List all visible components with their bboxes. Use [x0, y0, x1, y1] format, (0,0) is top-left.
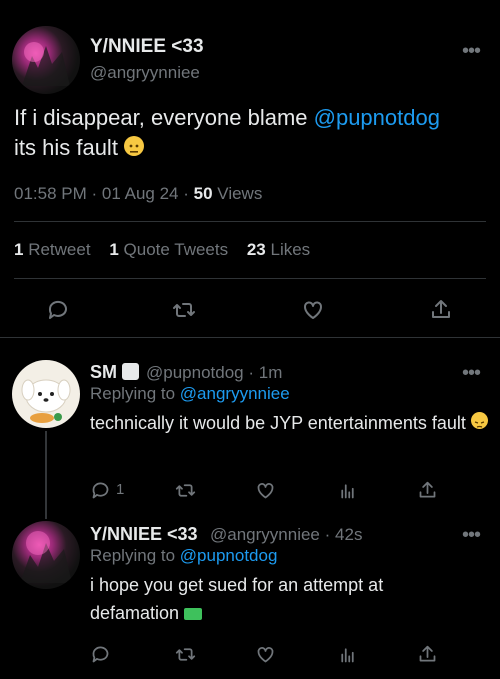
avatar[interactable] — [12, 521, 80, 589]
replying-label: Replying to — [90, 546, 176, 565]
replying-to: Replying to @pupnotdog — [90, 546, 277, 566]
author-name[interactable]: Y/NNIEE <33 — [90, 36, 204, 58]
divider — [14, 221, 486, 222]
author-handle[interactable]: @angryynniee — [90, 63, 200, 83]
reply-text-content: i hope you get sued for an attempt at de… — [90, 575, 384, 623]
retweet-button[interactable] — [165, 470, 205, 510]
reply-author-meta: @pupnotdog · 1m — [146, 363, 282, 383]
reply-icon — [92, 646, 108, 662]
avatar[interactable] — [12, 26, 80, 94]
like-button[interactable] — [245, 634, 285, 674]
reply-button[interactable] — [38, 290, 78, 330]
retweets-stat[interactable]: 1 Retweet — [14, 240, 91, 259]
analytics-button[interactable] — [327, 634, 367, 674]
water-pistol-icon — [184, 608, 203, 620]
dot-separator: · — [183, 184, 189, 203]
reply-author-meta: @angryynniee · 42s — [210, 525, 362, 545]
reply-author-name[interactable]: SM — [90, 362, 140, 383]
share-button[interactable] — [407, 470, 447, 510]
quotes-count: 1 — [109, 240, 119, 259]
tweet-text-part: If i disappear, everyone blame — [14, 105, 314, 130]
like-button[interactable] — [245, 470, 285, 510]
analytics-button[interactable] — [327, 470, 367, 510]
share-button[interactable] — [407, 634, 447, 674]
reply-button[interactable] — [80, 470, 120, 510]
replying-to: Replying to @angryynniee — [90, 384, 290, 404]
analytics-icon — [340, 483, 354, 498]
reply-time: 1m — [258, 363, 283, 382]
retweet-icon — [173, 303, 195, 317]
dot-separator: · — [91, 184, 98, 203]
views-count: 50 — [193, 184, 213, 203]
author-handle[interactable]: @angryynniee — [210, 525, 320, 544]
dot-separator: · — [248, 363, 255, 382]
replying-to-mention[interactable]: @angryynniee — [180, 384, 290, 403]
retweets-label: Retweet — [28, 240, 91, 259]
more-options-icon[interactable]: ••• — [462, 362, 481, 385]
reply-text-content: technically it would be JYP entertainmen… — [90, 413, 466, 433]
tweet-meta: 01:58 PM · 01 Aug 24 · 50 Views — [14, 184, 262, 204]
reply-icon — [92, 482, 108, 498]
divider — [14, 278, 486, 279]
more-options-icon[interactable]: ••• — [462, 524, 481, 547]
tweet-time: 01:58 PM — [14, 184, 87, 203]
analytics-icon — [340, 647, 354, 662]
reply-text: technically it would be JYP entertainmen… — [90, 409, 490, 437]
share-button[interactable] — [421, 290, 461, 330]
retweet-icon — [175, 483, 195, 497]
author-name[interactable]: Y/NNIEE <33 — [90, 524, 198, 545]
quotes-stat[interactable]: 1 Quote Tweets — [109, 240, 228, 259]
reply-action-bar — [0, 634, 500, 674]
heart-icon — [304, 301, 322, 319]
reply-time: 42s — [335, 525, 363, 544]
tweet-date: 01 Aug 24 — [101, 184, 179, 203]
retweet-button[interactable] — [165, 634, 205, 674]
heart-icon — [257, 646, 273, 662]
lock-icon — [122, 363, 140, 380]
replying-label: Replying to — [90, 384, 176, 403]
likes-stat[interactable]: 23 Likes — [247, 240, 310, 259]
retweet-icon — [175, 647, 195, 661]
more-options-icon[interactable]: ••• — [462, 40, 481, 63]
divider — [0, 337, 500, 338]
tweet-text: If i disappear, everyone blame @pupnotdo… — [14, 103, 494, 163]
share-icon — [419, 645, 435, 661]
replying-to-mention[interactable]: @pupnotdog — [180, 546, 278, 565]
author-handle[interactable]: @pupnotdog — [146, 363, 244, 382]
pensive-face-icon — [470, 412, 488, 429]
action-bar — [0, 290, 500, 330]
reply-button[interactable] — [80, 634, 120, 674]
share-icon — [419, 481, 435, 497]
tweet-text-part: its his fault — [14, 135, 118, 160]
views-label: Views — [217, 184, 263, 203]
likes-count: 23 — [246, 240, 266, 259]
reply-action-bar: 1 — [0, 470, 500, 510]
neutral-face-icon — [124, 136, 145, 156]
retweets-count: 1 — [14, 240, 24, 259]
reply-icon — [48, 300, 67, 319]
dot-separator: · — [324, 525, 331, 544]
heart-icon — [257, 482, 273, 498]
quotes-label: Quote Tweets — [123, 240, 229, 259]
retweet-button[interactable] — [164, 290, 204, 330]
avatar[interactable] — [12, 360, 80, 428]
share-icon — [432, 300, 450, 318]
tweet-stats: 1 Retweet 1 Quote Tweets 23 Likes — [14, 240, 310, 260]
main-tweet: Y/NNIEE <33 @angryynniee ••• If i disapp… — [0, 0, 500, 338]
reply-count: 1 — [116, 481, 125, 498]
mention-link[interactable]: @pupnotdog — [314, 105, 440, 130]
reply-text: i hope you get sued for an attempt at de… — [90, 571, 420, 627]
author-name: SM — [90, 362, 117, 382]
like-button[interactable] — [293, 290, 333, 330]
likes-label: Likes — [270, 240, 311, 259]
